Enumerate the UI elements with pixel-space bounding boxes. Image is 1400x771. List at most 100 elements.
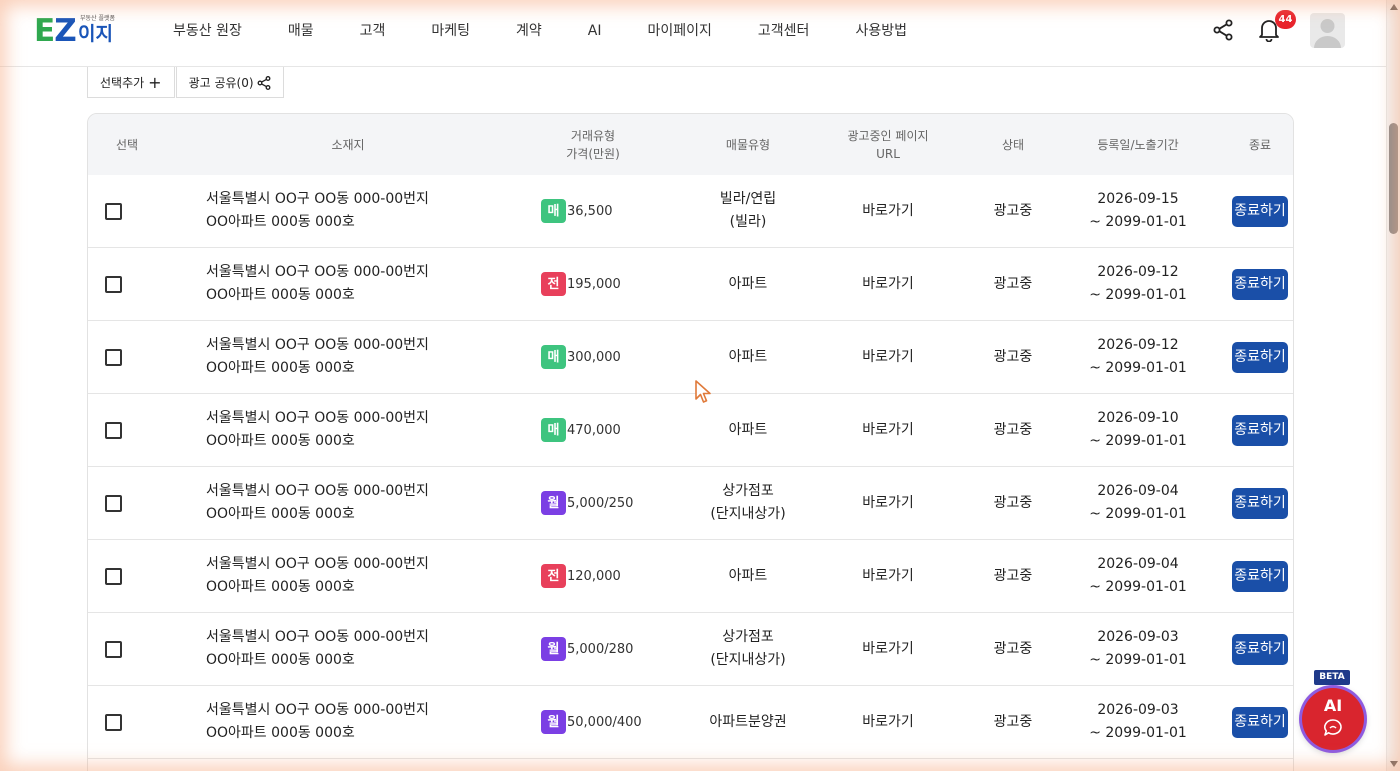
status-text: 광고중 — [993, 421, 1033, 438]
property-type: 상가점포 — [722, 629, 774, 645]
deal-price-cell: 매 470,000 — [541, 394, 671, 466]
end-ad-button[interactable]: 종료하기 — [1232, 487, 1288, 519]
row-checkbox[interactable] — [104, 421, 122, 439]
row-checkbox[interactable] — [104, 275, 122, 293]
exposure-end-date: ~ 2099-01-01 — [1089, 287, 1187, 303]
nav-ledger[interactable]: 부동산 원장 — [173, 20, 242, 42]
scroll-down-arrow-icon[interactable] — [1390, 761, 1398, 767]
select-cell — [88, 686, 138, 758]
exposure-end-date: ~ 2099-01-01 — [1089, 433, 1187, 449]
top-header: EZ 부동산 플랫폼 이지 부동산 원장 매물 고객 마케팅 계약 AI 마이페… — [0, 0, 1386, 67]
location-cell: 서울특별시 OO구 OO동 000-00번지 OO아파트 000동 000호 — [206, 613, 506, 685]
property-type: 아파트 — [728, 421, 768, 438]
page-scrollbar[interactable] — [1386, 0, 1400, 771]
location-cell: 서울특별시 OO구 OO동 000-00번지 OO아파트 000동 000호 — [206, 321, 506, 393]
ad-page-link[interactable]: 바로가기 — [828, 540, 948, 612]
table-header: 선택 소재지 거래유형 가격(만원) 매물유형 광고중인 페이지 URL 상태 … — [88, 114, 1293, 175]
row-checkbox[interactable] — [104, 567, 122, 585]
end-ad-button[interactable]: 종료하기 — [1232, 560, 1288, 592]
table-row: 서울특별시 OO구 OO동 000-00번지 OO아파트 000동 000호 전 12… — [88, 540, 1293, 613]
property-type-cell: 상가점포 (단지내상가) — [688, 613, 808, 685]
ad-page-link[interactable]: 바로가기 — [828, 394, 948, 466]
row-checkbox[interactable] — [104, 202, 122, 220]
end-ad-button[interactable]: 종료하기 — [1232, 414, 1288, 446]
location-cell: 서울특별시 OO구 OO동 000-00번지 OO아파트 000동 000호 — [206, 175, 506, 247]
nav-support[interactable]: 고객센터 — [758, 20, 810, 42]
registered-date: 2026-09-03 — [1097, 629, 1179, 645]
exposure-end-date: ~ 2099-01-01 — [1089, 360, 1187, 376]
table-row: 서울특별시 OO구 OO동 000-00번지 OO아파트 000동 000호 월 5,… — [88, 467, 1293, 540]
address-line-2: OO아파트 000동 000호 — [206, 360, 355, 376]
status-text: 광고중 — [993, 640, 1033, 657]
end-cell: 종료하기 — [1228, 175, 1292, 247]
property-type-cell: 빌라/연립 (빌라) — [688, 175, 808, 247]
nav-customers[interactable]: 고객 — [360, 20, 386, 42]
property-type: 아파트 — [728, 567, 768, 584]
select-cell — [88, 321, 138, 393]
registered-date: 2026-09-10 — [1097, 410, 1179, 426]
header-ad-page-url: 광고중인 페이지 URL — [847, 128, 929, 161]
deal-price-cell: 매 36,500 — [541, 175, 671, 247]
nav-ai[interactable]: AI — [588, 20, 602, 42]
property-type: 아파트분양권 — [709, 713, 787, 730]
price-value: 5,000/280 — [567, 641, 634, 657]
end-ad-button[interactable]: 종료하기 — [1232, 341, 1288, 373]
header-period: 등록일/노출기간 — [1097, 137, 1179, 152]
nav-marketing[interactable]: 마케팅 — [431, 20, 470, 42]
user-avatar-icon[interactable] — [1310, 13, 1345, 48]
end-ad-button[interactable]: 종료하기 — [1232, 706, 1288, 738]
address-line-1: 서울특별시 OO구 OO동 000-00번지 — [206, 410, 429, 426]
nav-mypage[interactable]: 마이페이지 — [648, 20, 712, 42]
nav-contracts[interactable]: 계약 — [516, 20, 542, 42]
address-line-2: OO아파트 000동 000호 — [206, 433, 355, 449]
end-ad-button[interactable]: 종료하기 — [1232, 195, 1288, 227]
ez-logo[interactable]: EZ 부동산 플랫폼 이지 — [34, 14, 118, 48]
address-line-2: OO아파트 000동 000호 — [206, 579, 355, 595]
price-value: 470,000 — [567, 422, 621, 438]
property-type: 상가점포 — [722, 483, 774, 499]
price-value: 300,000 — [567, 349, 621, 365]
property-type: 아파트 — [728, 275, 768, 292]
price-value: 36,500 — [567, 203, 613, 219]
property-type-cell: 아파트 — [688, 248, 808, 320]
scroll-up-arrow-icon[interactable] — [1390, 4, 1398, 10]
end-ad-button[interactable]: 종료하기 — [1232, 633, 1288, 665]
ad-page-link[interactable]: 바로가기 — [828, 248, 948, 320]
mouse-cursor-icon — [695, 380, 711, 403]
table-row: 서울특별시 OO구 OO동 000-00번지 OO아파트 000동 000호 전 19… — [88, 248, 1293, 321]
logo-korean: 이지 — [78, 23, 113, 45]
nav-listings[interactable]: 매물 — [288, 20, 314, 42]
deal-price-cell: 월 5,000/250 — [541, 467, 671, 539]
ad-page-link[interactable]: 바로가기 — [828, 467, 948, 539]
header-status: 상태 — [1001, 137, 1025, 152]
ad-page-link[interactable]: 바로가기 — [828, 686, 948, 758]
scroll-thumb[interactable] — [1389, 123, 1398, 234]
row-checkbox[interactable] — [104, 494, 122, 512]
chat-bubble-icon — [1324, 719, 1342, 736]
location-cell: 서울특별시 OO구 OO동 000-00번지 OO아파트 000동 000호 — [206, 467, 506, 539]
nav-howto[interactable]: 사용방법 — [855, 20, 907, 42]
status-text: 광고중 — [993, 202, 1033, 219]
end-ad-button[interactable]: 종료하기 — [1232, 268, 1288, 300]
share-icon[interactable] — [1212, 19, 1234, 41]
end-cell: 종료하기 — [1228, 394, 1292, 466]
status-text: 광고중 — [993, 713, 1033, 730]
row-checkbox[interactable] — [104, 348, 122, 366]
row-checkbox[interactable] — [104, 713, 122, 731]
exposure-end-date: ~ 2099-01-01 — [1089, 652, 1187, 668]
period-cell: 2026-09-03 ~ 2099-01-01 — [1078, 613, 1198, 685]
exposure-end-date: ~ 2099-01-01 — [1089, 725, 1187, 741]
deal-price-cell: 월 5,000/280 — [541, 613, 671, 685]
address-line-1: 서울특별시 OO구 OO동 000-00번지 — [206, 337, 429, 353]
exposure-end-date: ~ 2099-01-01 — [1089, 214, 1187, 230]
ai-assistant-button[interactable]: AI — [1302, 688, 1364, 750]
row-checkbox[interactable] — [104, 640, 122, 658]
price-value: 5,000/250 — [567, 495, 634, 511]
ad-page-link[interactable]: 바로가기 — [828, 175, 948, 247]
ad-page-link[interactable]: 바로가기 — [828, 613, 948, 685]
deal-type-badge: 전 — [541, 272, 566, 296]
deal-type-badge: 매 — [541, 199, 566, 223]
ad-page-link[interactable]: 바로가기 — [828, 321, 948, 393]
deal-type-badge: 월 — [541, 710, 566, 734]
period-cell: 2026-09-15 ~ 2099-01-01 — [1078, 175, 1198, 247]
